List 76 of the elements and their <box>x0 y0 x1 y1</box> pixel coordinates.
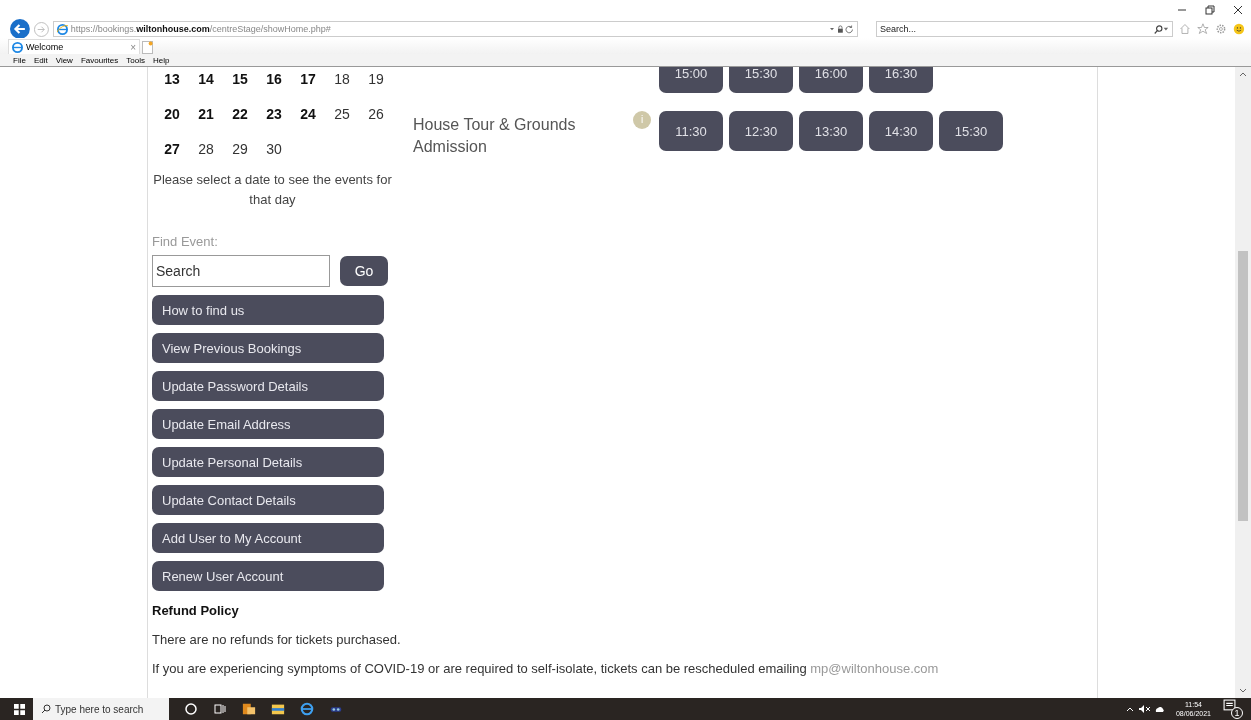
calendar-day[interactable]: 26 <box>359 105 393 122</box>
account-link-button[interactable]: Update Email Address <box>152 409 384 439</box>
smiley-icon[interactable] <box>1233 23 1245 35</box>
calendar-day[interactable]: 18 <box>325 70 359 87</box>
browser-logo-icon <box>12 41 23 53</box>
calendar-day[interactable]: 13 <box>155 70 189 87</box>
scrollbar[interactable] <box>1235 67 1251 698</box>
calendar-hint: Please select a date to see the events for that day <box>152 171 393 209</box>
browser-tab[interactable]: Welcome × <box>8 39 140 54</box>
account-link-button[interactable]: Update Password Details <box>152 371 384 401</box>
back-button[interactable] <box>10 19 30 39</box>
browser-logo-icon[interactable] <box>300 702 314 716</box>
settings-icon[interactable] <box>1215 23 1228 35</box>
search-icon <box>41 704 51 714</box>
time-slot-button[interactable]: 15:00 <box>659 67 723 93</box>
time-slot-button[interactable]: 16:00 <box>799 67 863 93</box>
tray-icons[interactable] <box>1125 704 1166 714</box>
refund-policy-heading: Refund Policy <box>152 603 240 618</box>
address-bar[interactable]: https://bookings.wiltonhouse.com/centreStage/showHome.php# <box>52 21 858 37</box>
account-link-button[interactable]: View Previous Bookings <box>152 333 384 363</box>
search-icon[interactable] <box>1153 24 1170 34</box>
calendar-day[interactable]: 24 <box>291 105 325 122</box>
search-field[interactable]: Search... <box>875 21 1174 37</box>
calendar-day[interactable]: 30 <box>257 140 291 157</box>
notifications-button[interactable]: 1 <box>1223 699 1243 719</box>
calendar-day[interactable]: 25 <box>325 105 359 122</box>
calendar-day[interactable]: 23 <box>257 105 291 122</box>
task-view-icon[interactable] <box>213 702 227 716</box>
restore-button[interactable] <box>1205 5 1215 15</box>
browser-logo-icon <box>56 23 68 35</box>
windows-start-icon[interactable] <box>14 703 25 715</box>
go-button[interactable]: Go <box>340 256 388 286</box>
taskbar-search-field[interactable]: Type here to search <box>33 698 169 720</box>
calendar-day[interactable]: 21 <box>189 105 223 122</box>
time-slot-button[interactable]: 14:30 <box>869 111 933 151</box>
circle-icon[interactable] <box>184 702 198 716</box>
calendar-day[interactable]: 17 <box>291 70 325 87</box>
account-link-button[interactable]: Add User to My Account <box>152 523 384 553</box>
calendar-day[interactable]: 22 <box>223 105 257 122</box>
menu-item[interactable]: Tools <box>126 55 145 65</box>
account-link-button[interactable]: Renew User Account <box>152 561 384 591</box>
time-slot-button[interactable]: 13:30 <box>799 111 863 151</box>
calendar-day[interactable]: 16 <box>257 70 291 87</box>
calendar-day[interactable]: 15 <box>223 70 257 87</box>
folder-icon[interactable] <box>271 702 285 716</box>
favourites-star-icon[interactable] <box>1197 23 1210 35</box>
account-link-button[interactable]: How to find us <box>152 295 384 325</box>
account-link-button[interactable]: Update Personal Details <box>152 447 384 477</box>
covid-note-text: If you are experiencing symptoms of COVID-19 or are required to self-isolate, tickets can be rescheduled emailing <box>152 661 807 676</box>
menu-item[interactable]: File <box>13 55 26 65</box>
lock-refresh-icon <box>829 24 854 34</box>
calendar-day[interactable]: 20 <box>155 105 189 122</box>
menu-item[interactable]: Edit <box>33 55 48 65</box>
menu-item[interactable]: View <box>55 55 73 65</box>
time-slot-button[interactable]: 15:30 <box>729 67 793 93</box>
time-slot-button[interactable]: 12:30 <box>729 111 793 151</box>
calendar-day[interactable]: 19 <box>359 70 393 87</box>
mail-app-icon[interactable] <box>242 702 256 716</box>
account-link-button[interactable]: Update Contact Details <box>152 485 384 515</box>
time-slot-button[interactable]: 11:30 <box>659 111 723 151</box>
menu-item[interactable]: Favourites <box>80 55 119 65</box>
find-event-label: Find Event: <box>152 234 219 249</box>
time-slot-button[interactable]: 16:30 <box>869 67 933 93</box>
menu-item[interactable]: Help <box>152 55 170 65</box>
tab-close-button[interactable]: × <box>130 41 136 53</box>
time-slot-button[interactable]: 15:30 <box>939 111 1003 151</box>
search-field[interactable]: Search <box>152 255 330 287</box>
calendar-day[interactable]: 14 <box>189 70 223 87</box>
close-button[interactable] <box>1233 5 1243 15</box>
url-text: https://bookings.wiltonhouse.com/centreStage/showHome.php# <box>70 24 332 34</box>
calendar-day[interactable]: 29 <box>223 140 257 157</box>
tab-title: Welcome <box>26 42 65 52</box>
calendar-day[interactable]: 28 <box>189 140 223 157</box>
calendar-day[interactable]: 27 <box>155 140 189 157</box>
refund-policy-text: There are no refunds for tickets purchased. <box>152 632 402 647</box>
event-name: House Tour & Grounds Admission <box>413 116 576 155</box>
